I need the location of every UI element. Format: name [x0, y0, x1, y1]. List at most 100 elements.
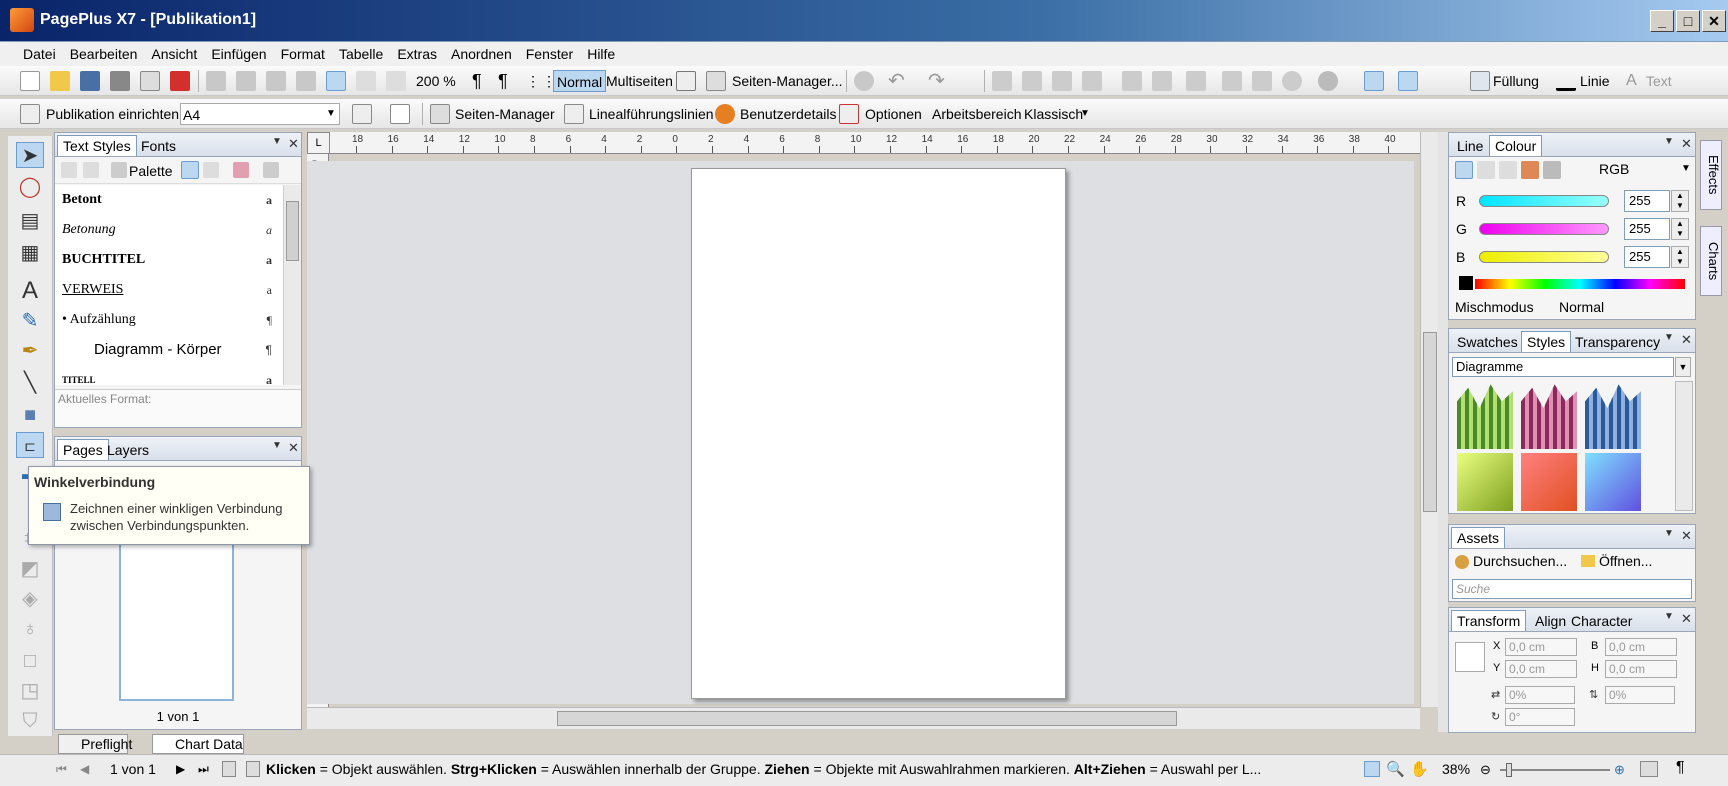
text-view-icon[interactable] — [356, 71, 376, 91]
box-tool-icon[interactable]: □ — [16, 648, 44, 674]
flip-h-icon[interactable] — [1122, 71, 1142, 91]
transform-menu-icon[interactable]: ▼ — [1664, 611, 1674, 622]
zoom-level[interactable]: 200 % — [416, 70, 456, 92]
page-options-icon[interactable] — [246, 761, 260, 777]
ungroup-icon[interactable] — [1252, 71, 1272, 91]
height-input[interactable]: 0,0 cm — [1605, 660, 1677, 678]
a1-icon[interactable] — [676, 71, 696, 91]
menu-tabelle[interactable]: Tabelle — [332, 42, 390, 66]
pdf-icon[interactable] — [170, 71, 190, 91]
tab-line[interactable]: Line — [1451, 135, 1489, 156]
menu-datei[interactable]: Datei — [16, 42, 63, 66]
undo-icon[interactable]: ↶ — [888, 70, 905, 92]
workspace-chevron-icon[interactable]: ▼ — [1080, 103, 1090, 125]
panel-close-icon[interactable]: ✕ — [288, 136, 299, 152]
width-input[interactable]: 0,0 cm — [1605, 638, 1677, 656]
transparency-tool-icon[interactable]: ◩ — [16, 556, 44, 582]
anchor-point-selector[interactable] — [1455, 642, 1485, 672]
scale-y-input[interactable]: 0% — [1605, 686, 1675, 704]
paragraph-style-icon[interactable] — [61, 162, 77, 178]
zoom-percent[interactable]: 38% — [1442, 761, 1470, 777]
arrange-forward-icon[interactable] — [1022, 71, 1042, 91]
gallery-category-select[interactable]: Diagramme — [1452, 357, 1674, 377]
panel-menu-icon[interactable]: ▼ — [272, 136, 282, 147]
tab-character[interactable]: Character — [1565, 610, 1638, 631]
colour-model-chevron-icon[interactable]: ▼ — [1681, 163, 1691, 174]
transform-close-icon[interactable]: ✕ — [1681, 611, 1692, 627]
add-page-icon[interactable] — [222, 761, 236, 777]
document-page[interactable] — [691, 168, 1066, 699]
page-manager-button-2[interactable]: Seiten-Manager — [455, 103, 555, 125]
page-setup-button[interactable]: Publikation einrichten — [46, 103, 179, 125]
colour-menu-icon[interactable]: ▼ — [1664, 136, 1674, 147]
arrange-back-icon[interactable] — [1082, 71, 1102, 91]
text-mode-icon[interactable] — [1499, 161, 1517, 179]
category-chevron-icon[interactable]: ▼ — [1675, 357, 1691, 377]
pages-menu-icon[interactable]: ▼ — [272, 440, 282, 451]
palette-button[interactable]: Palette — [129, 160, 173, 182]
gallery-close-icon[interactable]: ✕ — [1681, 332, 1692, 348]
last-page-icon[interactable]: ⏭ — [198, 762, 209, 777]
multipage-button[interactable]: Multiseiten — [606, 70, 673, 92]
page-setup-icon[interactable] — [20, 104, 40, 124]
menu-bearbeiten[interactable]: Bearbeiten — [63, 42, 145, 66]
blue-spinner[interactable]: ▲ ▼ — [1671, 246, 1689, 268]
colour-spectrum[interactable] — [1475, 279, 1685, 289]
pilcrow-bold-icon[interactable]: ¶ — [498, 70, 508, 92]
gallery-scrollbar[interactable] — [1675, 381, 1693, 511]
copy-icon[interactable] — [236, 71, 256, 91]
menu-ansicht[interactable]: Ansicht — [144, 42, 204, 66]
pilcrow-icon[interactable]: ¶ — [472, 70, 482, 92]
list-item[interactable]: Betonung a — [62, 215, 272, 245]
align-icon[interactable] — [1186, 71, 1206, 91]
red-spinner[interactable]: ▲ ▼ — [1671, 190, 1689, 212]
red-slider[interactable] — [1479, 195, 1609, 207]
tab-chart-data[interactable]: Chart Data — [152, 734, 244, 754]
fill-mode-icon[interactable] — [1455, 161, 1473, 179]
tab-preflight[interactable]: Preflight — [58, 734, 132, 754]
next-page-icon[interactable]: ▶ — [176, 762, 185, 776]
green-slider[interactable] — [1479, 223, 1609, 235]
pilcrow-status-icon[interactable]: ¶ — [1676, 759, 1685, 777]
line-icon[interactable] — [1556, 71, 1576, 91]
zoom-tool-icon[interactable]: 🔍 — [1386, 760, 1405, 778]
colour-model-select[interactable]: RGB — [1599, 161, 1629, 177]
vscroll-thumb[interactable] — [1423, 332, 1437, 512]
minimize-button[interactable]: _ — [1650, 10, 1674, 32]
options-button[interactable]: Optionen — [865, 103, 922, 125]
style-options-icon[interactable] — [203, 162, 219, 178]
styles-list[interactable]: Betont a Betonung a BUCHTITEL a VERWEIS a • … — [55, 185, 283, 385]
pen-tool-icon[interactable]: ✒ — [16, 338, 44, 364]
table-tool-icon[interactable]: ▦ — [16, 240, 44, 266]
connector-tool-icon[interactable]: ⊏ — [16, 432, 44, 458]
list-item[interactable]: VERWEIS a — [62, 275, 272, 305]
palette-icon[interactable] — [111, 162, 127, 178]
user-details-icon[interactable] — [715, 104, 735, 124]
red-value-input[interactable]: 255 — [1624, 190, 1670, 212]
list-item[interactable]: TITELL a — [62, 365, 272, 385]
rotation-input[interactable]: 0° — [1505, 708, 1575, 726]
fit-page-icon[interactable] — [1364, 761, 1380, 777]
flip-v-icon[interactable] — [1152, 71, 1172, 91]
select-tool-icon[interactable] — [1398, 71, 1418, 91]
pages-icon[interactable] — [352, 104, 372, 124]
chart-style-thumb[interactable] — [1457, 453, 1513, 511]
page-thumbnail[interactable] — [119, 537, 234, 701]
layout-guides-icon[interactable] — [1364, 71, 1384, 91]
eyedropper-icon[interactable] — [1521, 161, 1539, 179]
menu-anordnen[interactable]: Anordnen — [444, 42, 519, 66]
ruler-guides-button[interactable]: Linealführungslinien — [589, 103, 714, 125]
show-preview-icon[interactable] — [181, 161, 199, 179]
wrap-icon[interactable] — [1282, 71, 1302, 91]
maximize-button[interactable]: □ — [1676, 10, 1700, 32]
chart-style-thumb[interactable] — [1585, 453, 1641, 511]
shape-tool-icon[interactable]: ■ — [16, 402, 44, 428]
blue-value-input[interactable]: 255 — [1624, 246, 1670, 268]
export-tool-icon[interactable]: ◳ — [16, 678, 44, 704]
vertical-scrollbar[interactable] — [1420, 132, 1438, 707]
ruler-guides-icon[interactable] — [564, 104, 584, 124]
fill-icon[interactable] — [1470, 71, 1490, 91]
format-painter-icon[interactable] — [296, 71, 316, 91]
fill-tool-icon[interactable]: ◈ — [16, 586, 44, 612]
page-manager-icon-2[interactable] — [430, 104, 450, 124]
